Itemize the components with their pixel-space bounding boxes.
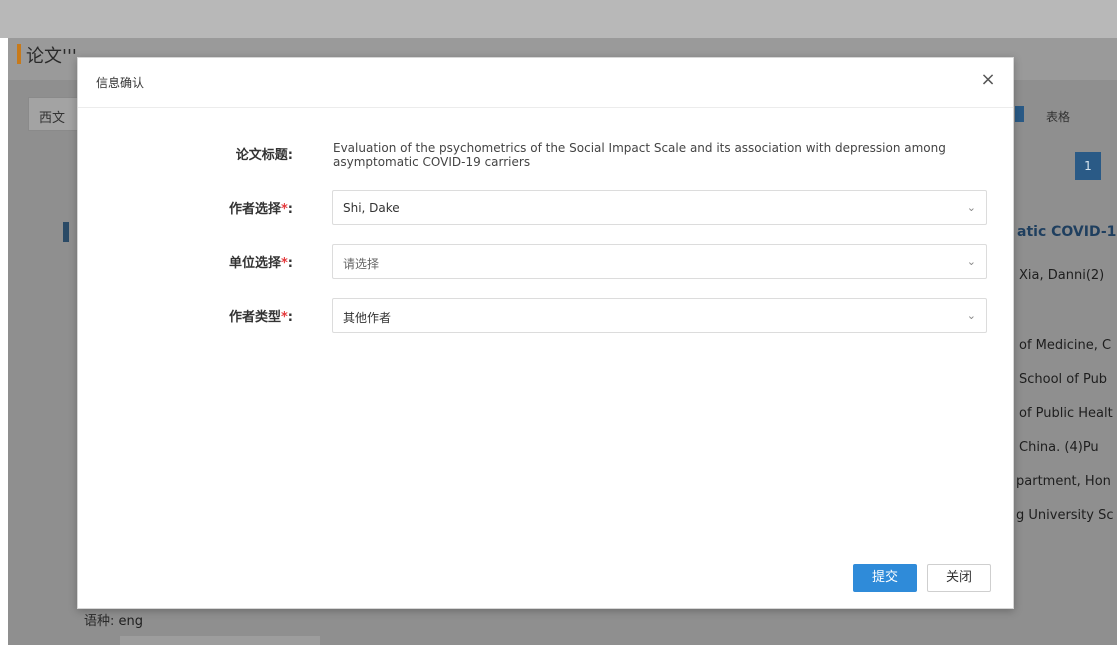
result-title-fragment: atic COVID-1: [1017, 224, 1117, 240]
author-select-label: 作者选择*:: [183, 198, 293, 217]
author-type-value: 其他作者: [343, 311, 392, 325]
unit-select-label: 单位选择*:: [183, 252, 293, 271]
page-title: 论文''': [26, 46, 77, 67]
faint-link-row: [120, 636, 320, 645]
affiliation-fragment: School of Pub: [1019, 372, 1108, 387]
label-colon: :: [287, 310, 293, 325]
label-text: 作者选择: [228, 202, 281, 217]
unit-select-placeholder: 请选择: [343, 257, 380, 271]
title-accent-bar: [17, 44, 21, 64]
language-label: 语种:: [84, 614, 115, 629]
info-confirm-dialog: 信息确认 × 论文标题: Evaluation of the psychomet…: [77, 57, 1014, 609]
required-mark: *: [280, 202, 288, 217]
language-info: 语种: eng: [84, 610, 143, 629]
chevron-down-icon: ⌄: [966, 255, 976, 268]
dialog-title: 信息确认: [96, 76, 145, 90]
affiliation-fragment: of Public Healt: [1019, 406, 1113, 421]
author-type-label: 作者类型*:: [183, 306, 293, 325]
unit-select[interactable]: 请选择 ⌄: [332, 244, 987, 279]
author-type-select[interactable]: 其他作者 ⌄: [332, 298, 987, 333]
affiliation-fragment: g University Sc: [1016, 508, 1114, 523]
paper-title-value: Evaluation of the psychometrics of the S…: [333, 141, 946, 169]
affiliation-fragment: partment, Hon: [1016, 474, 1111, 489]
required-mark: *: [280, 256, 288, 271]
top-band: [0, 0, 1117, 38]
label-text: 作者类型: [228, 310, 281, 325]
required-mark: *: [280, 310, 288, 325]
pagination-page-1[interactable]: 1: [1075, 152, 1101, 180]
author-select[interactable]: Shi, Dake ⌄: [332, 190, 987, 225]
paper-title-label: 论文标题:: [235, 148, 293, 163]
dialog-header: 信息确认 ×: [78, 58, 1013, 108]
close-icon[interactable]: ×: [976, 68, 1000, 92]
label-colon: :: [287, 202, 293, 217]
author-select-value: Shi, Dake: [343, 201, 400, 215]
chevron-down-icon: ⌄: [966, 309, 976, 322]
table-view-toggle[interactable]: 表格: [1046, 108, 1070, 125]
author-fragment: Xia, Danni(2): [1019, 268, 1105, 283]
result-item-marker: [63, 222, 69, 242]
chevron-down-icon: ⌄: [966, 201, 976, 214]
submit-button[interactable]: 提交: [853, 564, 917, 592]
tab-western[interactable]: 西文: [28, 97, 80, 131]
affiliation-fragment: of Medicine, C: [1019, 338, 1112, 353]
affiliation-fragment: China. (4)Pu: [1019, 440, 1099, 455]
label-colon: :: [287, 256, 293, 271]
language-value: eng: [118, 614, 144, 629]
close-button[interactable]: 关闭: [927, 564, 991, 592]
label-text: 单位选择: [228, 256, 281, 271]
view-toggle-icon[interactable]: [1015, 106, 1024, 122]
